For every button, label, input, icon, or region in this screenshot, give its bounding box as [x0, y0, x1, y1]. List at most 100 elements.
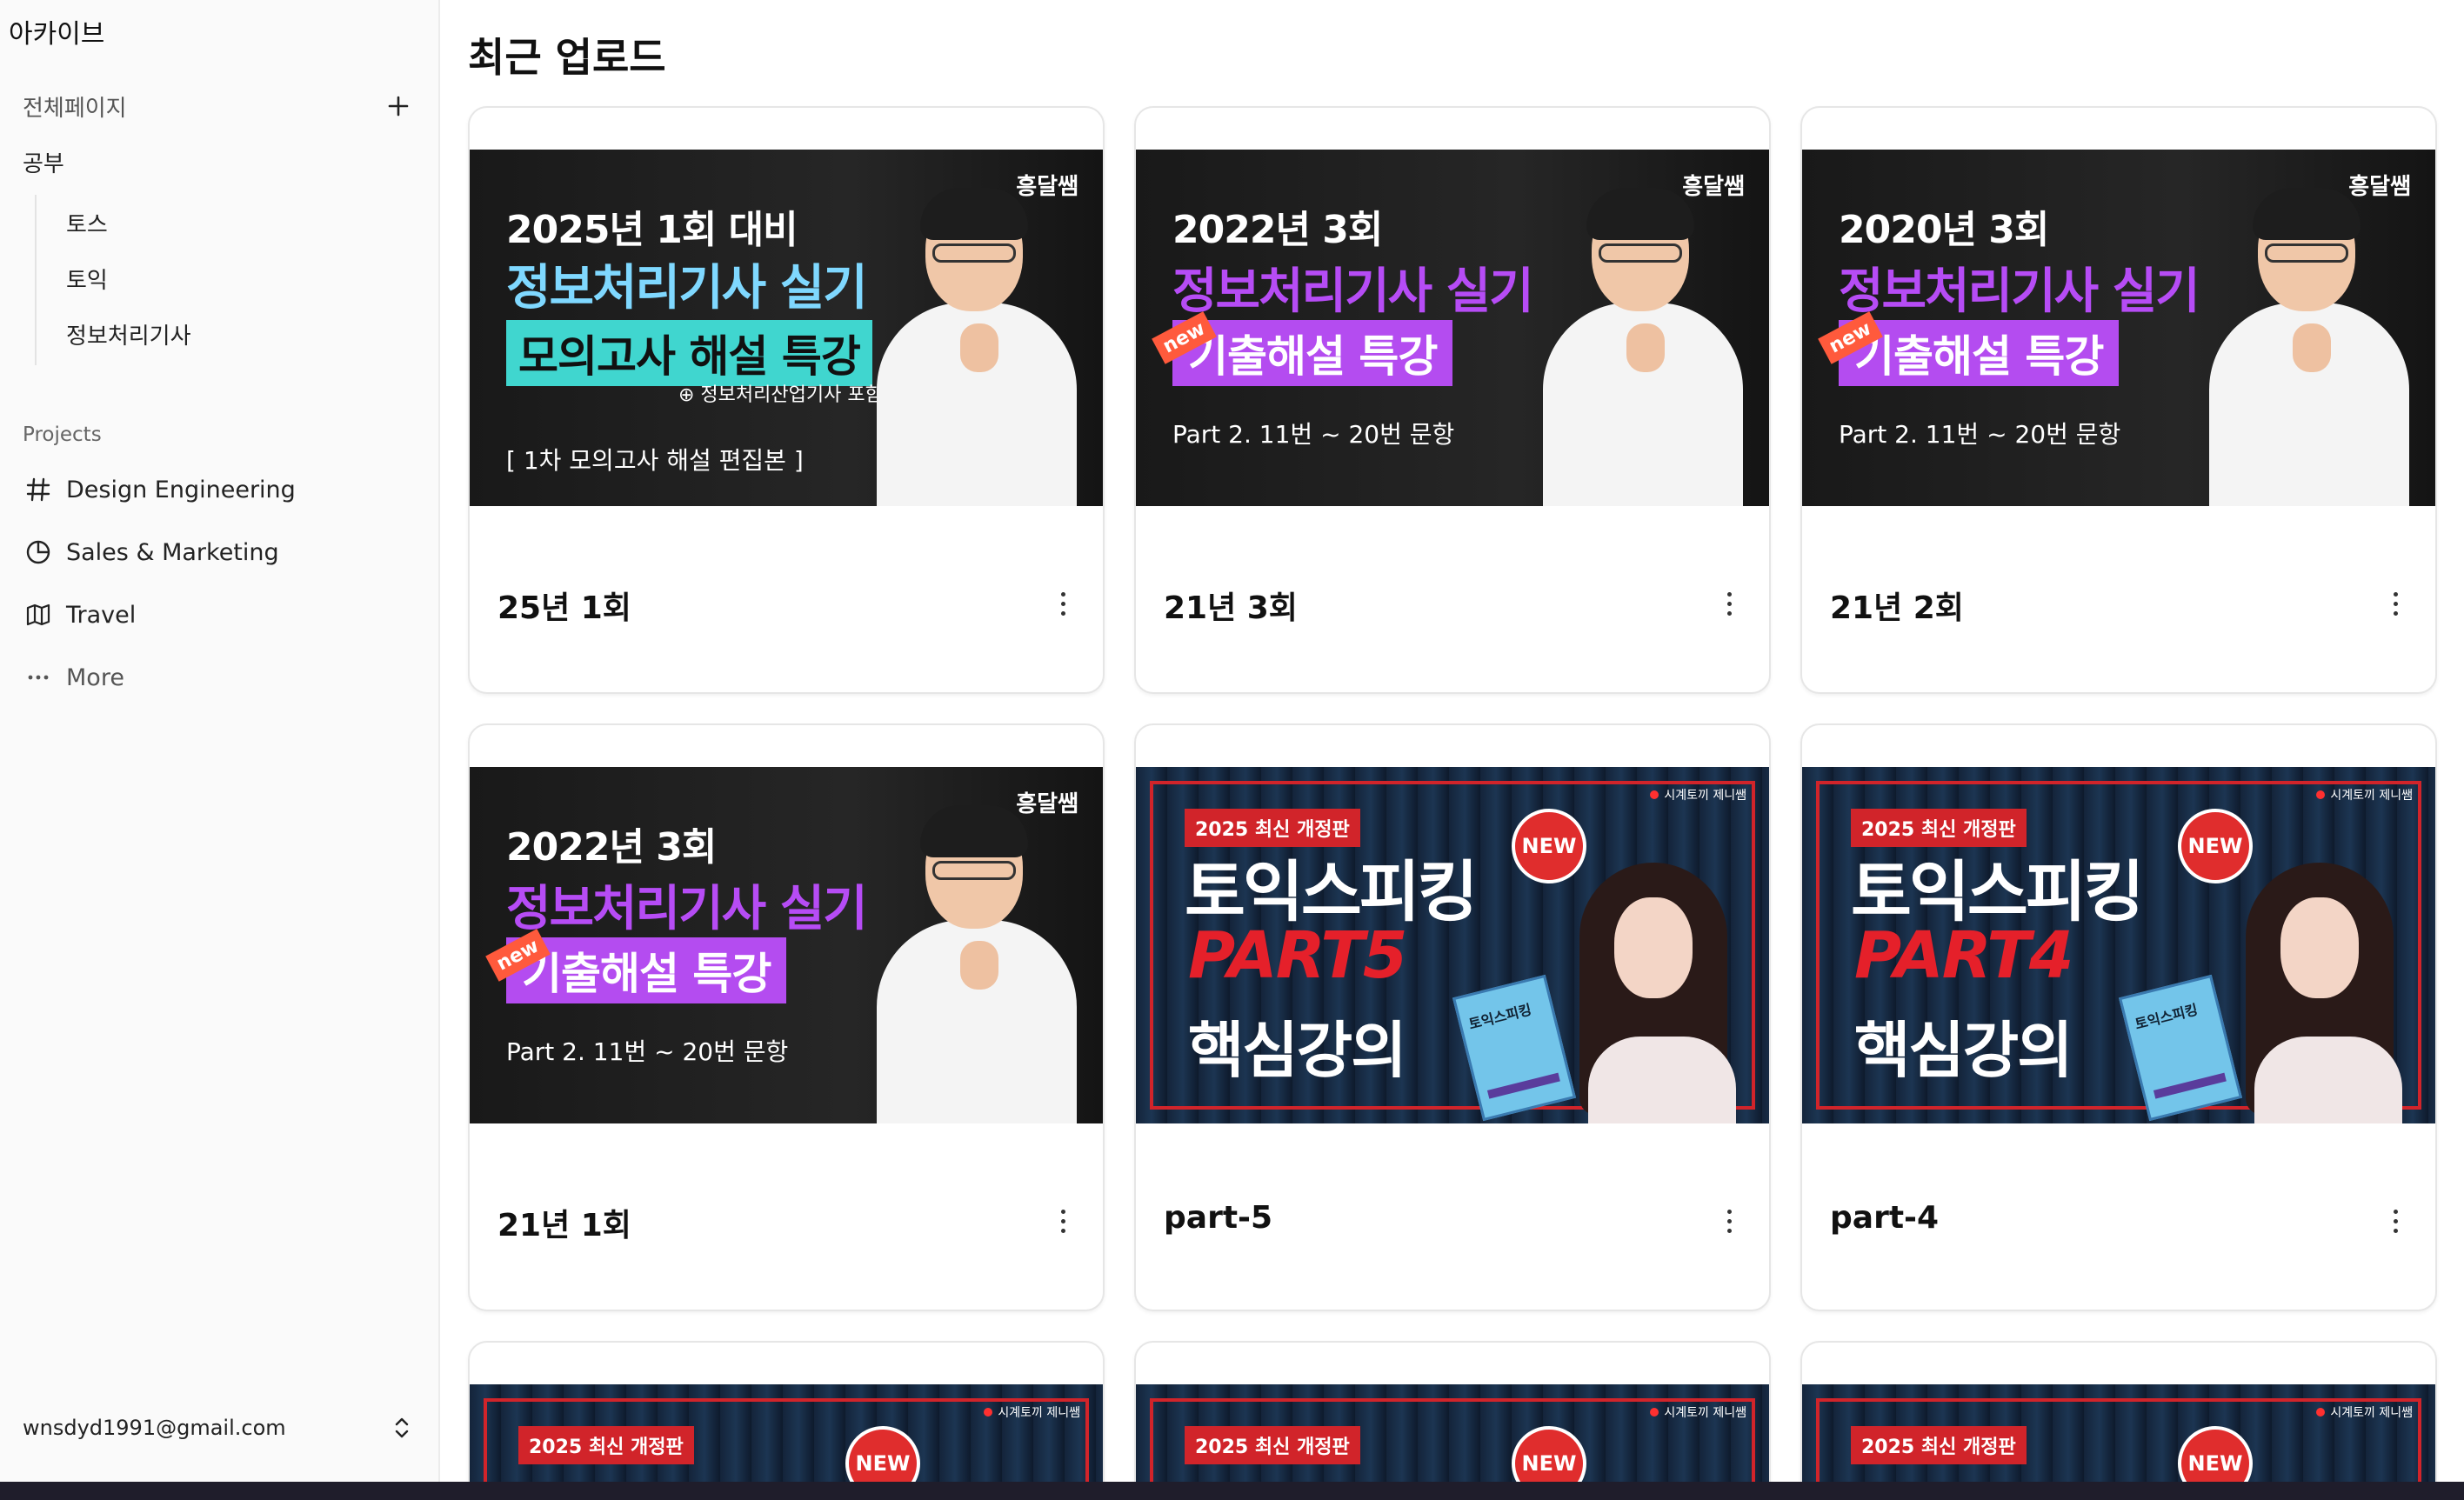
- more-vertical-icon: [1060, 1209, 1065, 1214]
- video-thumbnail[interactable]: 시계토끼 제니쌤 2025 최신 개정판 NEW: [1136, 1384, 1769, 1482]
- user-email: wnsdyd1991@gmail.com: [23, 1416, 286, 1440]
- more-vertical-icon: [1726, 591, 1732, 597]
- thumb-line: PART4: [1854, 918, 2073, 993]
- sidebar-item-all-pages[interactable]: 전체페이지: [23, 89, 416, 123]
- thumb-line: ⊕ 정보처리산업기사 포함: [678, 384, 883, 406]
- instructor-photo: [1543, 188, 1743, 506]
- thumb-line: 핵심강의: [1188, 1015, 1407, 1086]
- project-label: Design Engineering: [66, 476, 296, 503]
- video-card[interactable]: 흥달쌤 2022년 3회 정보처리기사 실기 기출해설 특강 new Part …: [468, 723, 1105, 1311]
- all-pages-label: 전체페이지: [23, 95, 127, 122]
- channel-name: 시계토끼 제니쌤: [998, 1406, 1080, 1420]
- book-title: 토익스피킹: [2133, 1001, 2200, 1033]
- card-title: 21년 1회: [497, 1208, 631, 1243]
- video-grid: 흥달쌤 2025년 1회 대비 정보처리기사 실기 모의고사 해설 특강 ⊕ 정…: [468, 106, 2442, 1482]
- video-thumbnail[interactable]: 시계토끼 제니쌤 2025 최신 개정판 토익스피킹 PART5 핵심강의 NE…: [1136, 767, 1769, 1123]
- thumb-line: 모의고사 해설 특강: [506, 320, 872, 386]
- project-travel[interactable]: Travel: [23, 593, 416, 637]
- thumb-line: Part 2. 11번 ~ 20번 문항: [506, 1037, 789, 1066]
- app-title: 아카이브: [9, 19, 105, 50]
- project-design-engineering[interactable]: Design Engineering: [23, 468, 416, 511]
- thumb-line: 정보처리기사 실기: [1172, 263, 1534, 320]
- project-label: Travel: [66, 601, 137, 629]
- video-thumbnail[interactable]: 시계토끼 제니쌤 2025 최신 개정판 NEW: [470, 1384, 1103, 1482]
- instructor-photo: [1571, 863, 1745, 1123]
- thumb-line: 정보처리기사 실기: [1839, 263, 2200, 320]
- video-card[interactable]: 시계토끼 제니쌤 2025 최신 개정판 NEW: [1134, 1341, 1771, 1482]
- plus-icon: [388, 96, 409, 117]
- project-sales-marketing[interactable]: Sales & Marketing: [23, 530, 416, 574]
- main-content: 최근 업로드 흥달쌤 2025년 1회 대비 정보처리기사 실기 모의고사 해설…: [440, 0, 2464, 1482]
- thumb-line: 2025년 1회 대비: [506, 208, 798, 252]
- study-sublist: 토스 토익 정보처리기사: [35, 195, 296, 365]
- card-menu-button[interactable]: [1054, 586, 1072, 621]
- video-thumbnail[interactable]: 흥달쌤 2022년 3회 정보처리기사 실기 기출해설 특강 new Part …: [1136, 150, 1769, 506]
- card-title: 25년 1회: [497, 590, 631, 626]
- more-vertical-icon: [1060, 591, 1065, 597]
- video-card[interactable]: 시계토끼 제니쌤 2025 최신 개정판 NEW: [1800, 1341, 2437, 1482]
- thumb-line: [ 1차 모의고사 해설 편집본 ]: [506, 446, 804, 475]
- thumb-line: 2022년 3회: [1172, 208, 1383, 252]
- card-menu-button[interactable]: [1720, 1203, 1738, 1238]
- more-vertical-icon: [1726, 1209, 1732, 1214]
- thumb-channel: 시계토끼 제니쌤: [984, 1403, 1080, 1421]
- thumb-line: 기출해설 특강: [1839, 320, 2120, 386]
- video-thumbnail[interactable]: 시계토끼 제니쌤 2025 최신 개정판 NEW: [1802, 1384, 2435, 1482]
- add-page-button[interactable]: [381, 89, 416, 123]
- sidebar-item-toss[interactable]: 토스: [37, 195, 296, 250]
- card-title: part-4: [1830, 1200, 1940, 1236]
- thumb-line: Part 2. 11번 ~ 20번 문항: [1839, 420, 2121, 449]
- project-more[interactable]: More: [23, 656, 416, 699]
- video-thumbnail[interactable]: 흥달쌤 2020년 3회 정보처리기사 실기 기출해설 특강 new Part …: [1802, 150, 2435, 506]
- sidebar-group-study[interactable]: 공부: [23, 144, 416, 179]
- channel-name: 시계토끼 제니쌤: [1664, 789, 1746, 803]
- thumb-line: 기출해설 특강: [506, 937, 787, 1003]
- video-card[interactable]: 시계토끼 제니쌤 2025 최신 개정판 토익스피킹 PART4 핵심강의 NE…: [1800, 723, 2437, 1311]
- card-menu-button[interactable]: [1054, 1203, 1072, 1238]
- thumb-line: 2022년 3회: [506, 825, 717, 870]
- video-thumbnail[interactable]: 시계토끼 제니쌤 2025 최신 개정판 토익스피킹 PART4 핵심강의 NE…: [1802, 767, 2435, 1123]
- card-menu-button[interactable]: [1720, 586, 1738, 621]
- video-card[interactable]: 흥달쌤 2020년 3회 정보처리기사 실기 기출해설 특강 new Part …: [1800, 106, 2437, 694]
- map-icon: [23, 599, 54, 630]
- edition-badge: 2025 최신 개정판: [1185, 1426, 1360, 1464]
- thumb-channel: 시계토끼 제니쌤: [2316, 786, 2413, 803]
- thumb-line: 핵심강의: [1854, 1015, 2073, 1086]
- card-menu-button[interactable]: [2387, 1203, 2404, 1238]
- user-account-switcher[interactable]: wnsdyd1991@gmail.com: [23, 1409, 412, 1447]
- video-thumbnail[interactable]: 흥달쌤 2025년 1회 대비 정보처리기사 실기 모의고사 해설 특강 ⊕ 정…: [470, 150, 1103, 506]
- video-card[interactable]: 시계토끼 제니쌤 2025 최신 개정판 NEW: [468, 1341, 1105, 1482]
- video-card[interactable]: 시계토끼 제니쌤 2025 최신 개정판 토익스피킹 PART5 핵심강의 NE…: [1134, 723, 1771, 1311]
- sidebar-item-info-processing[interactable]: 정보처리기사: [37, 306, 296, 362]
- hash-icon: [23, 474, 54, 505]
- video-thumbnail[interactable]: 흥달쌤 2022년 3회 정보처리기사 실기 기출해설 특강 new Part …: [470, 767, 1103, 1123]
- chevron-up-down-icon: [395, 1417, 409, 1438]
- more-vertical-icon: [2393, 1209, 2398, 1214]
- projects-heading: Projects: [23, 423, 102, 446]
- card-title: 21년 2회: [1830, 590, 1964, 626]
- edition-badge: 2025 최신 개정판: [1851, 1426, 2027, 1464]
- instructor-photo: [877, 188, 1077, 506]
- edition-badge: 2025 최신 개정판: [518, 1426, 694, 1464]
- thumb-channel: 시계토끼 제니쌤: [1650, 786, 1746, 803]
- video-card[interactable]: 흥달쌤 2022년 3회 정보처리기사 실기 기출해설 특강 new Part …: [1134, 106, 1771, 694]
- pie-chart-icon: [23, 537, 54, 568]
- project-label: More: [66, 663, 124, 691]
- thumb-channel: 시계토끼 제니쌤: [1650, 1403, 1746, 1421]
- thumb-channel: 시계토끼 제니쌤: [2316, 1403, 2413, 1421]
- channel-name: 시계토끼 제니쌤: [2330, 789, 2413, 803]
- page-title: 최근 업로드: [468, 34, 666, 81]
- sidebar-item-toeic[interactable]: 토익: [37, 250, 296, 306]
- thumb-line: 정보처리기사 실기: [506, 260, 868, 317]
- video-card[interactable]: 흥달쌤 2025년 1회 대비 정보처리기사 실기 모의고사 해설 특강 ⊕ 정…: [468, 106, 1105, 694]
- project-label: Sales & Marketing: [66, 538, 279, 566]
- card-menu-button[interactable]: [2387, 586, 2404, 621]
- channel-name: 시계토끼 제니쌤: [1664, 1406, 1746, 1420]
- app-window: 아카이브 전체페이지 공부 토스 토익 정보처리기사 Projects Desi…: [0, 0, 2464, 1482]
- book-title: 토익스피킹: [1466, 1001, 1533, 1033]
- thumb-line: 정보처리기사 실기: [506, 881, 868, 937]
- thumb-line: 2020년 3회: [1839, 208, 2049, 252]
- more-vertical-icon: [2393, 591, 2398, 597]
- sidebar: 아카이브 전체페이지 공부 토스 토익 정보처리기사 Projects Desi…: [0, 0, 440, 1482]
- ellipsis-icon: [23, 662, 54, 693]
